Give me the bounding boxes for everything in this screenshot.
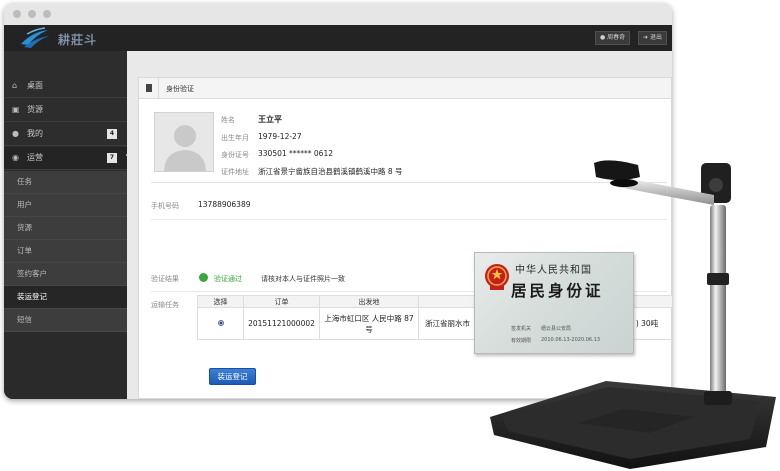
panel-header-divider bbox=[158, 78, 159, 98]
count-badge: 4 bbox=[107, 129, 117, 139]
id-card-validity-label: 有效期限 bbox=[511, 338, 532, 344]
logout-button[interactable]: ➜ 退出 bbox=[638, 31, 667, 45]
order-cell: 20151121000002 bbox=[243, 307, 320, 340]
sidebar-subitem-sms[interactable]: 短信 bbox=[4, 309, 127, 332]
panel-header: 身份验证 bbox=[139, 78, 671, 99]
birth-value: 1979-12-27 bbox=[258, 132, 302, 141]
name-value: 王立平 bbox=[258, 115, 282, 124]
id-number-label: 身份证号 bbox=[221, 151, 249, 159]
column-header-origin: 出发地 bbox=[319, 295, 419, 308]
shopping-cart-icon: ▣ bbox=[12, 105, 20, 114]
id-card-title: 居民身份证 bbox=[511, 281, 604, 300]
name-label: 姓名 bbox=[221, 116, 235, 124]
logo-mark-icon bbox=[21, 27, 49, 48]
row-select-radio[interactable] bbox=[217, 320, 224, 326]
id-card-country: 中华人民共和国 bbox=[515, 265, 592, 276]
avatar-placeholder-icon bbox=[164, 125, 206, 171]
count-badge: 7 bbox=[107, 153, 117, 163]
column-header bbox=[418, 295, 477, 308]
destination-cell: 浙江省丽水市 bbox=[418, 307, 477, 340]
user-icon: ● bbox=[600, 34, 606, 41]
id-card-image: 中华人民共和国 居民身份证 签发机关 缙云县公安局 有效期限 2010.06.1… bbox=[474, 252, 634, 354]
sidebar-subitem-tasks[interactable]: 任务 bbox=[4, 171, 127, 194]
sidebar-item-label: 运营 bbox=[27, 153, 43, 162]
phone-label: 手机号码 bbox=[151, 202, 179, 210]
avatar bbox=[154, 112, 214, 172]
sidebar-subitem-clients[interactable]: 签约客户 bbox=[4, 263, 127, 286]
user-menu-label: 周春奇 bbox=[607, 34, 626, 41]
phone-value: 13788906389 bbox=[198, 200, 251, 209]
sidebar-subitem-shipment-registration[interactable]: 装运登记 bbox=[4, 286, 127, 309]
id-card-authority-label: 签发机关 bbox=[511, 326, 532, 332]
id-card-authority: 缙云县公安局 bbox=[541, 326, 572, 332]
check-circle-icon bbox=[199, 273, 208, 287]
window-maximize-dot[interactable] bbox=[43, 10, 51, 18]
tasks-label: 运输任务 bbox=[151, 301, 179, 309]
window-titlebar bbox=[4, 3, 672, 25]
shipment-register-button[interactable]: 装运登记 bbox=[209, 368, 256, 385]
national-emblem-icon bbox=[485, 264, 509, 290]
column-header-order: 订单 bbox=[243, 295, 320, 308]
logout-icon: ➜ bbox=[643, 34, 649, 41]
logout-label: 退出 bbox=[649, 34, 662, 41]
sidebar: ⌂ 桌面 ▣ 货源 ● 我的 4 ◉ 运营 7 任务 用户 货源 订单 签约客户… bbox=[4, 51, 132, 399]
app-header: 耕莊斗 ● 周春奇 ➜ 退出 bbox=[4, 25, 672, 51]
user-icon: ● bbox=[12, 129, 19, 138]
home-icon: ⌂ bbox=[12, 81, 18, 90]
sidebar-item-label: 我的 bbox=[27, 129, 43, 138]
sidebar-item-operations[interactable]: ◉ 运营 7 bbox=[4, 147, 127, 170]
birth-label: 出生年月 bbox=[221, 134, 249, 142]
select-cell bbox=[197, 307, 244, 340]
address-label: 证件地址 bbox=[221, 168, 249, 176]
sidebar-item-goods[interactable]: ▣ 货源 bbox=[4, 99, 127, 122]
verification-note: 请核对本人与证件照片一致 bbox=[261, 275, 345, 283]
window-close-dot[interactable] bbox=[13, 10, 21, 18]
id-card-validity: 2010.06.13-2020.06.13 bbox=[541, 337, 601, 343]
sidebar-subitem-goods[interactable]: 货源 bbox=[4, 217, 127, 240]
id-number-value: 330501 ****** 0612 bbox=[258, 149, 333, 158]
column-header-select: 选择 bbox=[197, 295, 244, 308]
sidebar-item-label: 货源 bbox=[27, 105, 43, 114]
logo-text: 耕莊斗 bbox=[58, 33, 98, 47]
address-value: 浙江省景宁畲族自治县鹤溪镇鹤溪中路 8 号 bbox=[258, 167, 403, 176]
window-minimize-dot[interactable] bbox=[28, 10, 36, 18]
sidebar-item-label: 桌面 bbox=[27, 81, 43, 90]
panel-title: 身份验证 bbox=[166, 85, 194, 93]
sidebar-item-desktop[interactable]: ⌂ 桌面 bbox=[4, 75, 127, 98]
verification-status: 验证通过 bbox=[214, 275, 242, 283]
sidebar-subitem-orders[interactable]: 订单 bbox=[4, 240, 127, 263]
sidebar-subitem-label: 装运登记 bbox=[17, 292, 47, 301]
sidebar-filler bbox=[4, 332, 127, 399]
verification-label: 验证结果 bbox=[151, 275, 179, 283]
user-menu-button[interactable]: ● 周春奇 bbox=[595, 31, 631, 45]
document-icon bbox=[146, 84, 152, 92]
origin-cell: 上海市虹口区 人民中路 87号 bbox=[319, 307, 419, 340]
sidebar-item-mine[interactable]: ● 我的 4 bbox=[4, 123, 127, 146]
globe-icon: ◉ bbox=[12, 153, 19, 162]
sidebar-subitem-users[interactable]: 用户 bbox=[4, 194, 127, 217]
logo[interactable]: 耕莊斗 bbox=[18, 26, 108, 50]
